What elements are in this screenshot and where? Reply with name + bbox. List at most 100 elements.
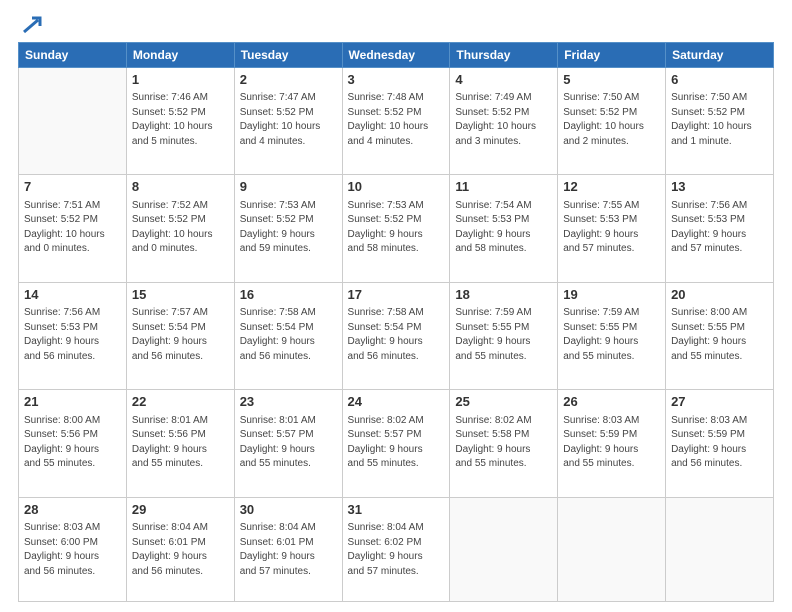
table-row: 25Sunrise: 8:02 AMSunset: 5:58 PMDayligh… [450, 390, 558, 497]
table-row: 24 Sunrise: 8:02 AMSunset: 5:57 PMDayligh… [342, 390, 450, 497]
day-number: 9 [240, 178, 337, 196]
header-saturday: Saturday [666, 43, 774, 68]
table-row: 9 Sunrise: 7:53 AMSunset: 5:52 PMDaylight… [234, 175, 342, 282]
day-info: Sunrise: 8:03 AMSunset: 6:00 PMDaylight:… [24, 521, 121, 579]
table-row: 3 Sunrise: 7:48 AMSunset: 5:52 PMDaylight… [342, 68, 450, 175]
table-row: 21 Sunrise: 8:00 AMSunset: 5:56 PMDayligh… [19, 390, 127, 497]
day-number: 11 [455, 178, 552, 196]
table-row: 19 Sunrise: 7:59 AMSunset: 5:55 PMDayligh… [558, 282, 666, 389]
table-row: 16 Sunrise: 7:58 AMSunset: 5:54 PMDayligh… [234, 282, 342, 389]
table-row: 4Sunrise: 7:49 AMSunset: 5:52 PMDaylight… [450, 68, 558, 175]
table-row: 29 Sunrise: 8:04 AMSunset: 6:01 PMDayligh… [126, 497, 234, 601]
day-info: Sunrise: 7:58 AMSunset: 5:54 PMDaylight:… [240, 306, 337, 364]
table-row: 22 Sunrise: 8:01 AMSunset: 5:56 PMDayligh… [126, 390, 234, 497]
day-info: Sunrise: 7:50 AMSunset: 5:52 PMDaylight:… [563, 91, 660, 149]
day-number: 10 [348, 178, 445, 196]
table-row: 11 Sunrise: 7:54 AMSunset: 5:53 PMDayligh… [450, 175, 558, 282]
day-info: Sunrise: 7:55 AMSunset: 5:53 PMDaylight:… [563, 199, 660, 257]
day-info: Sunrise: 7:59 AMSunset: 5:55 PMDaylight:… [563, 306, 660, 364]
day-info: Sunrise: 8:01 AMSunset: 5:57 PMDaylight:… [240, 414, 337, 472]
calendar-week-row: 28Sunrise: 8:03 AMSunset: 6:00 PMDayligh… [19, 497, 774, 601]
page: Sunday Monday Tuesday Wednesday Thursday… [0, 0, 792, 612]
day-number: 23 [240, 393, 337, 411]
table-row: 26 Sunrise: 8:03 AMSunset: 5:59 PMDayligh… [558, 390, 666, 497]
table-row [450, 497, 558, 601]
day-info: Sunrise: 7:50 AMSunset: 5:52 PMDaylight:… [671, 91, 768, 149]
table-row: 6 Sunrise: 7:50 AMSunset: 5:52 PMDaylight… [666, 68, 774, 175]
calendar-week-row: 21 Sunrise: 8:00 AMSunset: 5:56 PMDayligh… [19, 390, 774, 497]
day-info: Sunrise: 8:02 AMSunset: 5:58 PMDaylight:… [455, 414, 552, 472]
day-info: Sunrise: 7:54 AMSunset: 5:53 PMDaylight:… [455, 199, 552, 257]
table-row: 1 Sunrise: 7:46 AMSunset: 5:52 PMDaylight… [126, 68, 234, 175]
day-info: Sunrise: 7:57 AMSunset: 5:54 PMDaylight:… [132, 306, 229, 364]
table-row: 27 Sunrise: 8:03 AMSunset: 5:59 PMDayligh… [666, 390, 774, 497]
header-friday: Friday [558, 43, 666, 68]
day-number: 2 [240, 71, 337, 89]
header-sunday: Sunday [19, 43, 127, 68]
day-number: 31 [348, 501, 445, 519]
day-info: Sunrise: 7:59 AMSunset: 5:55 PMDaylight:… [455, 306, 552, 364]
header-thursday: Thursday [450, 43, 558, 68]
table-row: 5Sunrise: 7:50 AMSunset: 5:52 PMDaylight… [558, 68, 666, 175]
day-number: 14 [24, 286, 121, 304]
table-row [558, 497, 666, 601]
day-number: 22 [132, 393, 229, 411]
table-row: 10 Sunrise: 7:53 AMSunset: 5:52 PMDayligh… [342, 175, 450, 282]
day-number: 24 [348, 393, 445, 411]
day-info: Sunrise: 8:03 AMSunset: 5:59 PMDaylight:… [563, 414, 660, 472]
day-number: 21 [24, 393, 121, 411]
logo-icon [20, 14, 42, 36]
day-number: 29 [132, 501, 229, 519]
day-number: 15 [132, 286, 229, 304]
day-number: 26 [563, 393, 660, 411]
table-row: 13Sunrise: 7:56 AMSunset: 5:53 PMDayligh… [666, 175, 774, 282]
calendar-table: Sunday Monday Tuesday Wednesday Thursday… [18, 42, 774, 602]
day-number: 17 [348, 286, 445, 304]
calendar-week-row: 7 Sunrise: 7:51 AMSunset: 5:52 PMDaylight… [19, 175, 774, 282]
day-info: Sunrise: 7:56 AMSunset: 5:53 PMDaylight:… [24, 306, 121, 364]
day-info: Sunrise: 8:04 AMSunset: 6:01 PMDaylight:… [240, 521, 337, 579]
calendar-week-row: 14 Sunrise: 7:56 AMSunset: 5:53 PMDayligh… [19, 282, 774, 389]
day-info: Sunrise: 8:00 AMSunset: 5:56 PMDaylight:… [24, 414, 121, 472]
table-row: 20Sunrise: 8:00 AMSunset: 5:55 PMDayligh… [666, 282, 774, 389]
day-info: Sunrise: 8:03 AMSunset: 5:59 PMDaylight:… [671, 414, 768, 472]
day-number: 19 [563, 286, 660, 304]
day-info: Sunrise: 7:53 AMSunset: 5:52 PMDaylight:… [240, 199, 337, 257]
weekday-header-row: Sunday Monday Tuesday Wednesday Thursday… [19, 43, 774, 68]
day-number: 7 [24, 178, 121, 196]
day-number: 27 [671, 393, 768, 411]
table-row: 30 Sunrise: 8:04 AMSunset: 6:01 PMDayligh… [234, 497, 342, 601]
day-info: Sunrise: 7:46 AMSunset: 5:52 PMDaylight:… [132, 91, 229, 149]
day-info: Sunrise: 8:01 AMSunset: 5:56 PMDaylight:… [132, 414, 229, 472]
table-row: 15 Sunrise: 7:57 AMSunset: 5:54 PMDayligh… [126, 282, 234, 389]
table-row [19, 68, 127, 175]
day-info: Sunrise: 8:02 AMSunset: 5:57 PMDaylight:… [348, 414, 445, 472]
table-row: 28Sunrise: 8:03 AMSunset: 6:00 PMDayligh… [19, 497, 127, 601]
table-row: 7 Sunrise: 7:51 AMSunset: 5:52 PMDaylight… [19, 175, 127, 282]
day-info: Sunrise: 7:58 AMSunset: 5:54 PMDaylight:… [348, 306, 445, 364]
day-number: 3 [348, 71, 445, 89]
header-tuesday: Tuesday [234, 43, 342, 68]
header [18, 18, 774, 32]
day-number: 16 [240, 286, 337, 304]
day-number: 18 [455, 286, 552, 304]
header-monday: Monday [126, 43, 234, 68]
day-info: Sunrise: 7:56 AMSunset: 5:53 PMDaylight:… [671, 199, 768, 257]
calendar-week-row: 1 Sunrise: 7:46 AMSunset: 5:52 PMDaylight… [19, 68, 774, 175]
day-info: Sunrise: 7:53 AMSunset: 5:52 PMDaylight:… [348, 199, 445, 257]
day-number: 8 [132, 178, 229, 196]
day-info: Sunrise: 7:48 AMSunset: 5:52 PMDaylight:… [348, 91, 445, 149]
day-info: Sunrise: 8:04 AMSunset: 6:01 PMDaylight:… [132, 521, 229, 579]
table-row: 8 Sunrise: 7:52 AMSunset: 5:52 PMDaylight… [126, 175, 234, 282]
table-row: 31Sunrise: 8:04 AMSunset: 6:02 PMDayligh… [342, 497, 450, 601]
day-number: 12 [563, 178, 660, 196]
table-row: 23 Sunrise: 8:01 AMSunset: 5:57 PMDayligh… [234, 390, 342, 497]
day-number: 6 [671, 71, 768, 89]
day-number: 1 [132, 71, 229, 89]
day-info: Sunrise: 7:51 AMSunset: 5:52 PMDaylight:… [24, 199, 121, 257]
day-number: 20 [671, 286, 768, 304]
table-row [666, 497, 774, 601]
day-info: Sunrise: 7:52 AMSunset: 5:52 PMDaylight:… [132, 199, 229, 257]
day-number: 30 [240, 501, 337, 519]
table-row: 14 Sunrise: 7:56 AMSunset: 5:53 PMDayligh… [19, 282, 127, 389]
